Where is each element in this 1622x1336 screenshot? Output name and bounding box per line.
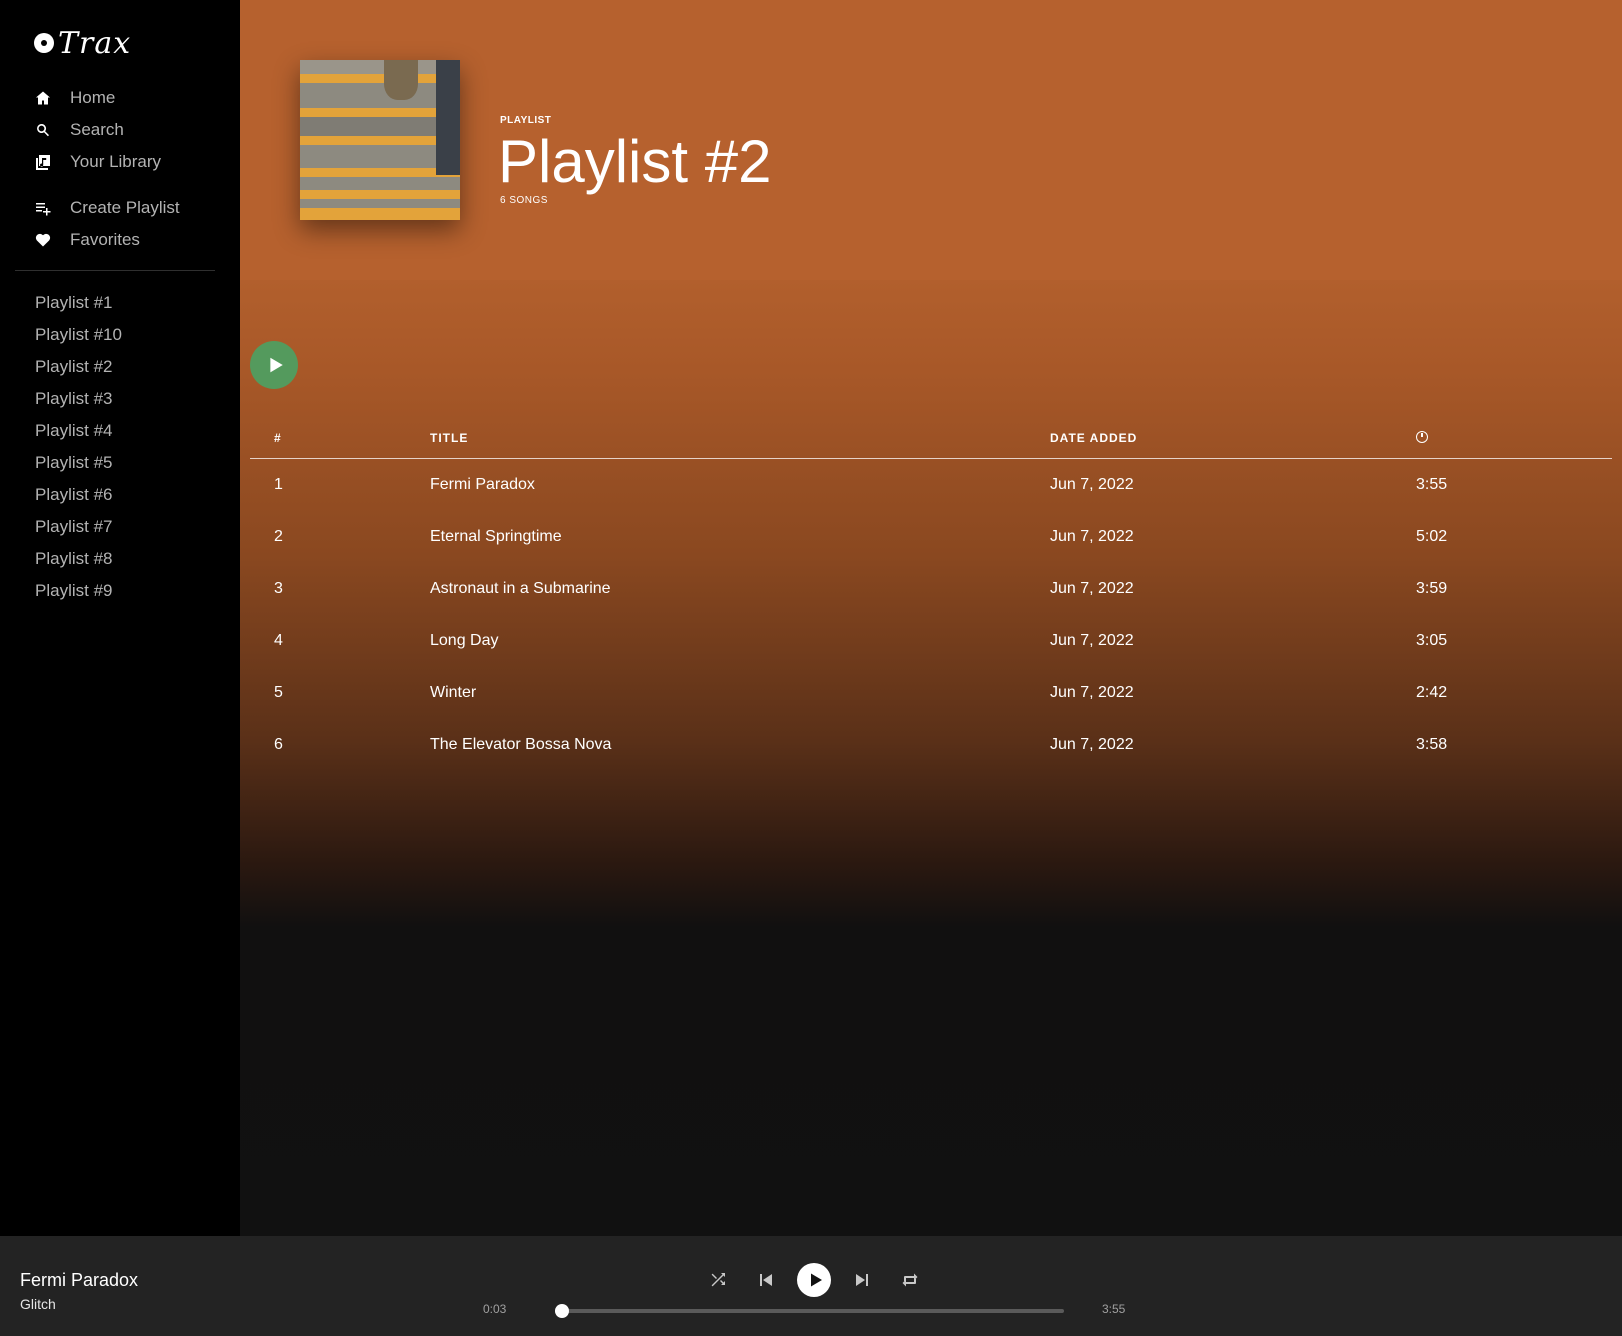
clock-icon: [1416, 431, 1428, 443]
next-button[interactable]: [838, 1262, 886, 1298]
row-date-added: Jun 7, 2022: [1050, 684, 1134, 701]
header-number: #: [274, 431, 282, 445]
skip-next-icon: [856, 1274, 868, 1286]
row-duration: 3:05: [1416, 632, 1448, 649]
table-header: # TITLE DATE ADDED: [250, 425, 1612, 459]
main-content: PLAYLIST Playlist #2 6 SONGS # TITLE DAT…: [240, 0, 1622, 1236]
row-date-added: Jun 7, 2022: [1050, 632, 1134, 649]
shuffle-icon: [711, 1273, 725, 1287]
row-date-added: Jun 7, 2022: [1050, 736, 1134, 753]
now-playing-title[interactable]: Fermi Paradox: [20, 1270, 138, 1291]
sidebar-playlist-item[interactable]: Playlist #7: [0, 511, 240, 543]
repeat-icon: [902, 1273, 918, 1287]
row-number: 1: [274, 476, 283, 493]
now-playing-artist[interactable]: Glitch: [20, 1296, 56, 1312]
row-duration: 3:58: [1416, 736, 1448, 753]
playlist-cover-image: [300, 60, 460, 220]
table-row[interactable]: 2 Eternal Springtime Jun 7, 2022 5:02: [250, 511, 1612, 563]
app-logo[interactable]: Trax: [34, 25, 132, 61]
playlist-type-label: PLAYLIST: [500, 115, 552, 126]
nav-create-playlist[interactable]: Create Playlist: [0, 192, 240, 224]
sidebar-playlist-item[interactable]: Playlist #6: [0, 479, 240, 511]
playlist-add-icon: [34, 199, 52, 217]
repeat-button[interactable]: [886, 1262, 934, 1298]
total-time: 3:55: [1102, 1302, 1126, 1316]
table-row[interactable]: 5 Winter Jun 7, 2022 2:42: [250, 667, 1612, 719]
row-title: Winter: [430, 684, 477, 701]
nav-home[interactable]: Home: [0, 82, 240, 114]
row-number: 6: [274, 736, 283, 753]
playback-controls: [694, 1262, 934, 1298]
row-title: Long Day: [430, 632, 499, 649]
play-icon: [810, 1273, 822, 1287]
nav-create-playlist-label: Create Playlist: [70, 198, 180, 217]
row-duration: 5:02: [1416, 528, 1448, 545]
table-row[interactable]: 4 Long Day Jun 7, 2022 3:05: [250, 615, 1612, 667]
header-title[interactable]: TITLE: [430, 425, 468, 451]
sidebar-playlist-item[interactable]: Playlist #4: [0, 415, 240, 447]
play-icon: [269, 357, 283, 373]
table-row[interactable]: 1 Fermi Paradox Jun 7, 2022 3:55: [250, 459, 1612, 511]
header-duration[interactable]: [1416, 425, 1428, 452]
play-playlist-button[interactable]: [250, 341, 298, 389]
nav-favorites[interactable]: Favorites: [0, 224, 240, 256]
page-title: Playlist #2: [498, 128, 772, 195]
table-row[interactable]: 3 Astronaut in a Submarine Jun 7, 2022 3…: [250, 563, 1612, 615]
row-date-added: Jun 7, 2022: [1050, 528, 1134, 545]
row-title: The Elevator Bossa Nova: [430, 736, 612, 753]
playlist-header: PLAYLIST Playlist #2 6 SONGS: [240, 0, 1622, 280]
app-root: Trax Home Search Your Library Create Pla…: [0, 0, 1622, 1336]
sidebar-playlist-item[interactable]: Playlist #8: [0, 543, 240, 575]
sidebar-playlist-item[interactable]: Playlist #10: [0, 319, 240, 351]
row-title: Fermi Paradox: [430, 476, 535, 493]
elapsed-time: 0:03: [483, 1302, 507, 1316]
progress-slider[interactable]: [554, 1304, 1064, 1318]
play-pause-button[interactable]: [797, 1263, 831, 1297]
row-date-added: Jun 7, 2022: [1050, 580, 1134, 597]
row-number: 4: [274, 632, 283, 649]
nav-search[interactable]: Search: [0, 114, 240, 146]
home-icon: [34, 89, 52, 107]
vinyl-icon: [34, 33, 54, 53]
sidebar-playlist-item[interactable]: Playlist #1: [0, 287, 240, 319]
row-duration: 3:55: [1416, 476, 1448, 493]
row-number: 2: [274, 528, 283, 545]
progress-handle[interactable]: [554, 1304, 569, 1318]
skip-previous-icon: [760, 1274, 772, 1286]
song-table: # TITLE DATE ADDED 1 Fermi Paradox Jun 7…: [250, 425, 1612, 771]
sidebar-playlist-item[interactable]: Playlist #3: [0, 383, 240, 415]
song-count: 6 SONGS: [500, 195, 548, 206]
row-title: Eternal Springtime: [430, 528, 562, 545]
sidebar-divider: [15, 270, 215, 271]
row-date-added: Jun 7, 2022: [1050, 476, 1134, 493]
main-nav: Home Search Your Library: [0, 82, 240, 178]
sidebar-playlist-item[interactable]: Playlist #5: [0, 447, 240, 479]
logo-text: Trax: [58, 25, 132, 61]
table-row[interactable]: 6 The Elevator Bossa Nova Jun 7, 2022 3:…: [250, 719, 1612, 771]
previous-button[interactable]: [742, 1262, 790, 1298]
nav-library[interactable]: Your Library: [0, 146, 240, 178]
header-date-added[interactable]: DATE ADDED: [1050, 425, 1137, 451]
row-duration: 2:42: [1416, 684, 1448, 701]
action-nav: Create Playlist Favorites: [0, 192, 240, 256]
row-number: 3: [274, 580, 283, 597]
nav-search-label: Search: [70, 120, 124, 139]
shuffle-button[interactable]: [694, 1262, 742, 1298]
nav-library-label: Your Library: [70, 152, 162, 171]
player-bar: Fermi Paradox Glitch 0:03 3:55: [0, 1236, 1622, 1336]
row-title: Astronaut in a Submarine: [430, 580, 611, 597]
nav-home-label: Home: [70, 88, 116, 107]
library-icon: [34, 153, 52, 171]
search-icon: [34, 121, 52, 139]
sidebar: Trax Home Search Your Library Create Pla…: [0, 0, 240, 1236]
nav-favorites-label: Favorites: [70, 230, 140, 249]
sidebar-playlist-item[interactable]: Playlist #9: [0, 575, 240, 607]
row-duration: 3:59: [1416, 580, 1448, 597]
playlist-list: Playlist #1 Playlist #10 Playlist #2 Pla…: [0, 287, 240, 607]
sidebar-playlist-item[interactable]: Playlist #2: [0, 351, 240, 383]
row-number: 5: [274, 684, 283, 701]
heart-icon: [34, 231, 52, 249]
